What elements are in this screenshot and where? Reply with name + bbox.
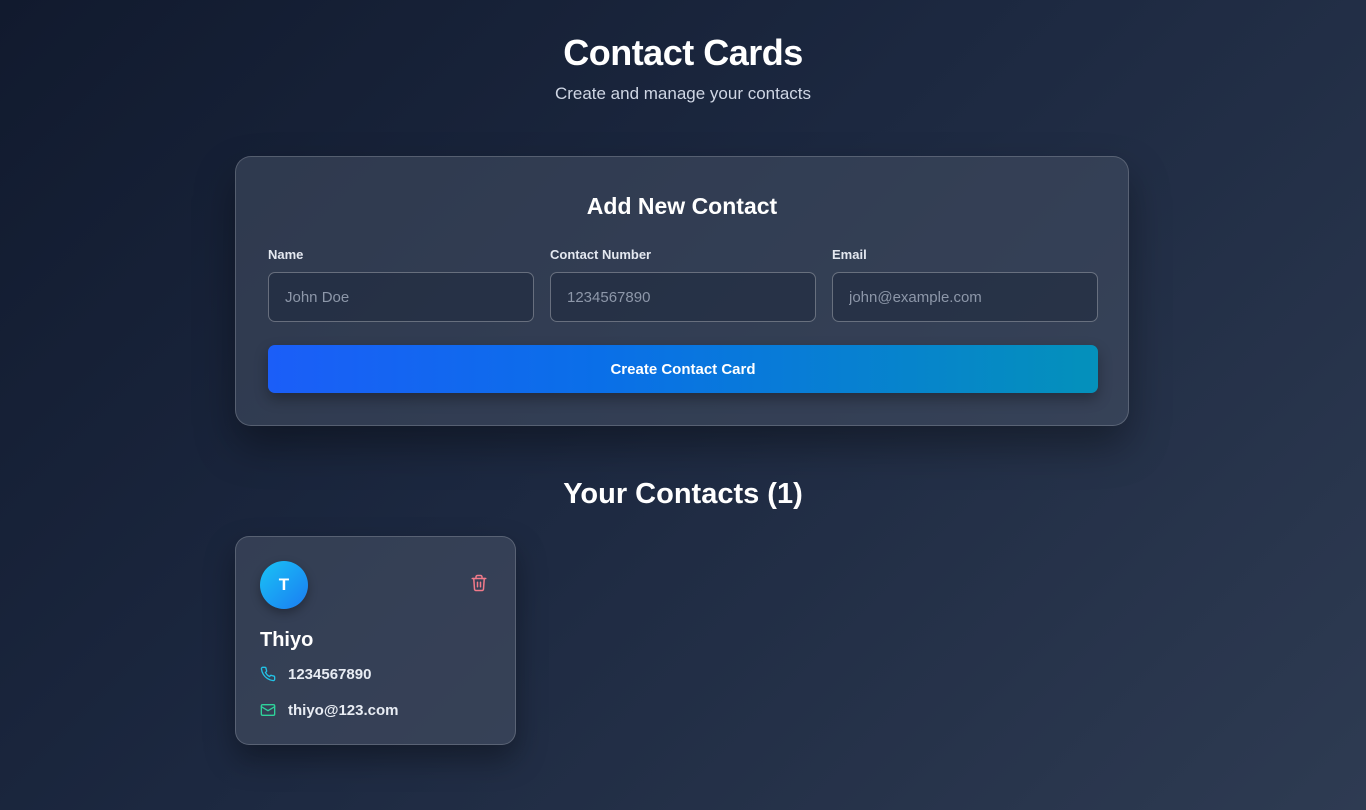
- email-label: Email: [832, 247, 867, 262]
- contact-phone: 1234567890: [288, 665, 372, 683]
- avatar: T: [260, 561, 308, 609]
- contact-name: Thiyo: [260, 629, 314, 651]
- name-label: Name: [268, 247, 304, 262]
- create-contact-button[interactable]: Create Contact Card: [268, 345, 1098, 393]
- contact-number-input[interactable]: [550, 272, 816, 322]
- contact-number-field-group: Contact Number: [550, 247, 816, 322]
- name-input[interactable]: [268, 272, 534, 322]
- contact-number-label: Contact Number: [550, 247, 652, 262]
- contact-card: T Thiyo 1234567890 thiyo@123.com: [235, 536, 516, 745]
- page-subtitle: Create and manage your contacts: [554, 84, 812, 103]
- trash-icon: [471, 574, 487, 592]
- name-field-group: Name: [268, 247, 534, 322]
- contact-phone-row: 1234567890: [260, 664, 371, 684]
- form-title: Add New Contact: [586, 193, 778, 219]
- mail-icon: [260, 702, 276, 718]
- contacts-heading: Your Contacts (1): [563, 478, 803, 510]
- contact-email: thiyo@123.com: [288, 701, 399, 719]
- page-title: Contact Cards: [563, 32, 803, 73]
- add-contact-form: Add New Contact Name Contact Number Emai…: [235, 156, 1129, 426]
- email-input[interactable]: [832, 272, 1098, 322]
- phone-icon: [260, 666, 276, 682]
- contact-email-row: thiyo@123.com: [260, 700, 399, 720]
- delete-contact-button[interactable]: [469, 573, 489, 595]
- email-field-group: Email: [832, 247, 1098, 322]
